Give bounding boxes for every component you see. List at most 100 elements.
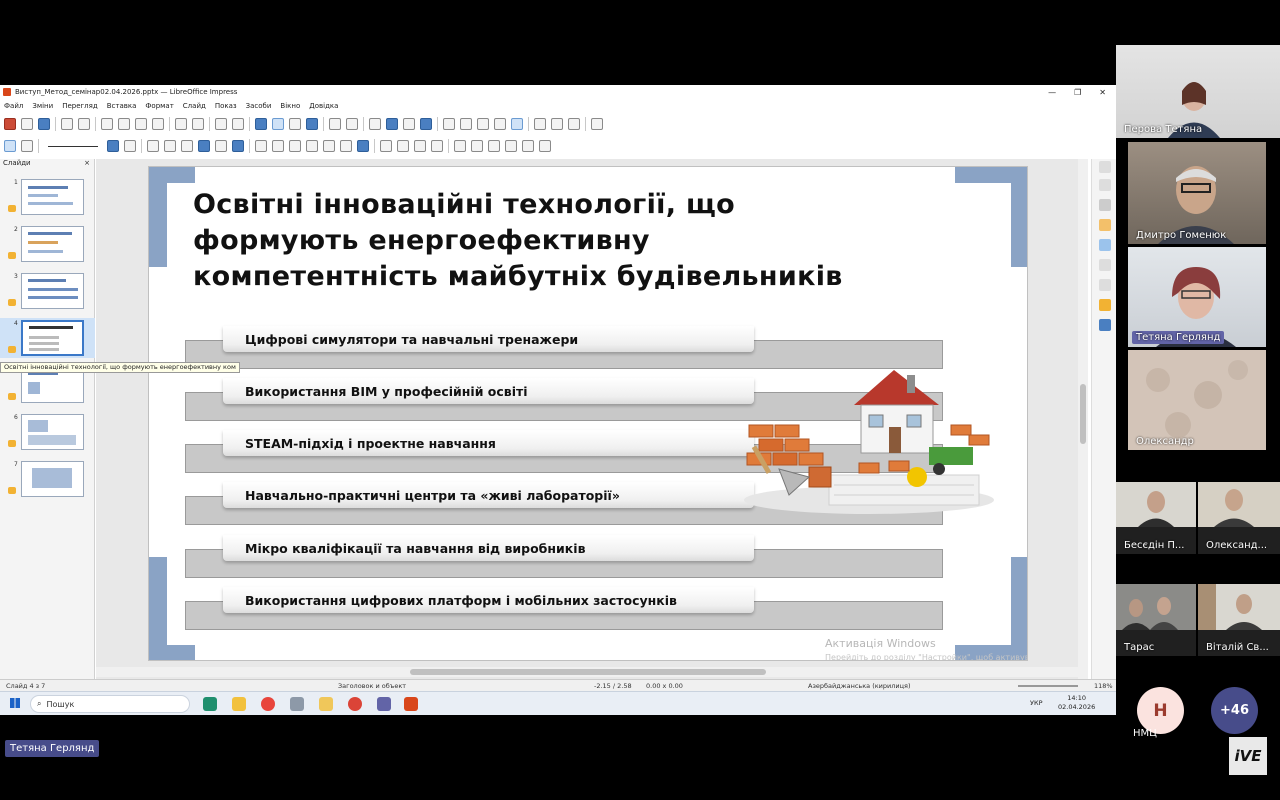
spellcheck-icon[interactable] [232, 118, 244, 130]
points-icon[interactable] [505, 140, 517, 152]
chrome-icon[interactable] [261, 697, 275, 711]
fontwork-icon[interactable] [477, 118, 489, 130]
new-slide-icon[interactable] [534, 118, 546, 130]
close-button[interactable]: ✕ [1099, 88, 1106, 97]
copy-icon[interactable] [118, 118, 130, 130]
3d-objects-icon[interactable] [357, 140, 369, 152]
zoom-slider[interactable] [1018, 685, 1078, 687]
slide-thumbnail-4[interactable]: 4 [0, 318, 95, 358]
participant-tile[interactable]: Бесєдін П... [1116, 482, 1196, 554]
animation-icon[interactable] [1099, 259, 1111, 271]
select-icon[interactable] [4, 140, 16, 152]
slides-panel-close-icon[interactable]: × [84, 159, 90, 171]
ellipse-icon[interactable] [181, 140, 193, 152]
menu-file[interactable]: Файл [4, 102, 23, 110]
menu-window[interactable]: Вікно [280, 102, 300, 110]
list-item[interactable]: STEAM-підхід і проектне навчання [223, 430, 754, 456]
slide-thumbnail-6[interactable]: 6 [0, 412, 95, 452]
slide-thumbnail-7[interactable]: 7 [0, 459, 95, 499]
block-arrows-icon[interactable] [289, 140, 301, 152]
undo-icon[interactable] [175, 118, 187, 130]
menu-view[interactable]: Перегляд [62, 102, 98, 110]
impress-taskbar-icon[interactable] [404, 697, 418, 711]
sidebar-menu-icon[interactable] [1099, 161, 1111, 173]
slide-canvas[interactable]: Освітні інноваційні технології, що форму… [96, 159, 1086, 679]
hyperlink-icon[interactable] [494, 118, 506, 130]
menu-slide[interactable]: Слайд [183, 102, 206, 110]
list-item[interactable]: Мікро кваліфікації та навчання від вироб… [223, 535, 754, 561]
horizontal-scrollbar-thumb[interactable] [410, 669, 766, 675]
line-color-icon[interactable] [107, 140, 119, 152]
save-icon[interactable] [38, 118, 50, 130]
new-icon[interactable] [4, 118, 16, 130]
input-language[interactable]: УКР [1030, 699, 1043, 708]
glue-points-icon[interactable] [522, 140, 534, 152]
vertical-scrollbar[interactable] [1078, 159, 1088, 679]
minimize-button[interactable]: — [1048, 88, 1056, 97]
participant-tile[interactable]: Перова Тетяна [1116, 45, 1280, 138]
participant-tile[interactable]: Тарас [1116, 584, 1196, 656]
horizontal-scrollbar[interactable] [96, 667, 1086, 677]
textbox-icon[interactable] [443, 118, 455, 130]
open-icon[interactable] [21, 118, 33, 130]
list-item[interactable]: Навчально-практичні центри та «живі лабо… [223, 482, 754, 508]
participant-tile[interactable]: Тетяна Герлянд [1128, 247, 1266, 347]
interaction-icon[interactable] [511, 118, 523, 130]
curve-icon[interactable] [215, 140, 227, 152]
vertical-scrollbar-thumb[interactable] [1080, 384, 1086, 444]
stars-icon[interactable] [340, 140, 352, 152]
shapes-icon[interactable] [1099, 319, 1111, 331]
participant-tile[interactable]: Дмитро Гоменюк [1128, 142, 1266, 244]
participant-avatar[interactable]: Н [1137, 687, 1184, 734]
helplines-icon[interactable] [272, 118, 284, 130]
align-icon[interactable] [397, 140, 409, 152]
fill-color-icon[interactable] [124, 140, 136, 152]
rectangle-icon[interactable] [164, 140, 176, 152]
paste-icon[interactable] [135, 118, 147, 130]
styles-icon[interactable] [1099, 199, 1111, 211]
distribute-icon[interactable] [431, 140, 443, 152]
export-pdf-icon[interactable] [61, 118, 73, 130]
slide-thumbnail-2[interactable]: 2 [0, 224, 95, 264]
participant-tile[interactable]: Олександ... [1198, 482, 1280, 554]
menu-edit[interactable]: Зміни [32, 102, 53, 110]
image-icon[interactable] [386, 118, 398, 130]
properties-icon[interactable] [1099, 179, 1111, 191]
zoom-level[interactable]: 118% [1094, 682, 1113, 690]
special-character-icon[interactable] [460, 118, 472, 130]
slide-thumbnail-3[interactable]: 3 [0, 271, 95, 311]
slide-transition-icon[interactable] [1099, 279, 1111, 291]
media-icon[interactable] [403, 118, 415, 130]
filter-icon[interactable] [488, 140, 500, 152]
list-item[interactable]: Цифрові симулятори та навчальні тренажер… [223, 326, 754, 352]
participant-tile[interactable]: Віталій Св... [1198, 584, 1280, 656]
menu-insert[interactable]: Вставка [107, 102, 137, 110]
symbol-shapes-icon[interactable] [272, 140, 284, 152]
list-item[interactable]: Використання BIM у професійній освіті [223, 378, 754, 404]
chrome-profile-icon[interactable] [348, 697, 362, 711]
flowchart-icon[interactable] [306, 140, 318, 152]
taskbar-search[interactable]: ⌕ Пошук [30, 695, 190, 713]
toggle-extrusion-icon[interactable] [539, 140, 551, 152]
delete-slide-icon[interactable] [568, 118, 580, 130]
participant-tile[interactable]: Олександр [1128, 350, 1266, 450]
rotate-icon[interactable] [380, 140, 392, 152]
edge-browser-icon[interactable] [203, 697, 217, 711]
more-participants-button[interactable]: +46 [1211, 687, 1258, 734]
folder-icon[interactable] [319, 697, 333, 711]
chart-icon[interactable] [420, 118, 432, 130]
arrow-icon[interactable] [198, 140, 210, 152]
windows-start-icon[interactable] [10, 698, 20, 708]
clone-formatting-icon[interactable] [152, 118, 164, 130]
start-from-current-icon[interactable] [346, 118, 358, 130]
slide-thumbnail-1[interactable]: 1 [0, 177, 95, 217]
duplicate-slide-icon[interactable] [551, 118, 563, 130]
start-from-first-icon[interactable] [329, 118, 341, 130]
current-slide[interactable]: Освітні інноваційні технології, що форму… [148, 166, 1028, 661]
table-icon[interactable] [369, 118, 381, 130]
display-views-icon[interactable] [289, 118, 301, 130]
list-item[interactable]: Використання цифрових платформ і мобільн… [223, 587, 754, 613]
master-slide-icon[interactable] [306, 118, 318, 130]
connector-icon[interactable] [232, 140, 244, 152]
teams-icon[interactable] [377, 697, 391, 711]
